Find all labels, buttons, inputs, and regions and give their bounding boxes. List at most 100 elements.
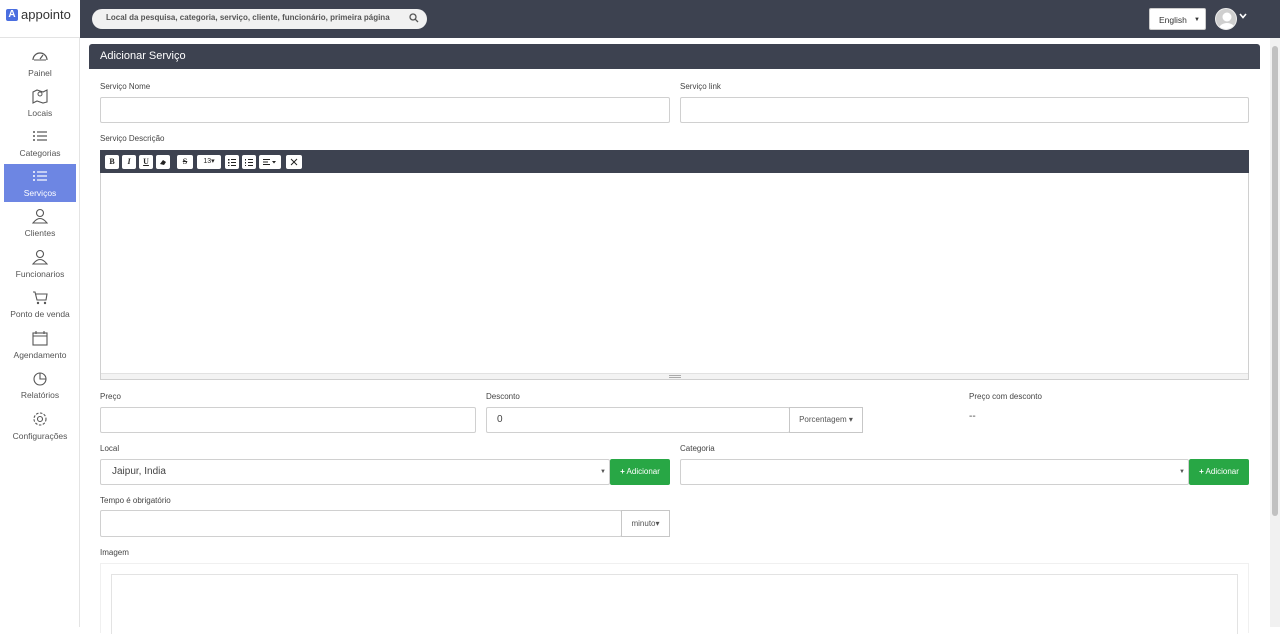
- expand-icon: [290, 158, 298, 166]
- sidebar-item-relatorios[interactable]: Relatórios: [4, 366, 76, 404]
- discounted-price-value: --: [969, 411, 976, 422]
- sidebar-item-servicos[interactable]: Serviços: [4, 164, 76, 202]
- caret-down-icon: ▾: [211, 158, 215, 165]
- user-icon: [31, 208, 49, 224]
- plus-icon: +: [1199, 467, 1204, 476]
- description-label: Serviço Descrição: [100, 134, 165, 143]
- service-link-input[interactable]: [680, 97, 1249, 123]
- eraser-button[interactable]: [156, 155, 170, 169]
- discounted-price-label: Preço com desconto: [969, 392, 1042, 401]
- discount-input[interactable]: 0: [486, 407, 790, 433]
- strikethrough-button[interactable]: S: [177, 155, 193, 169]
- sidebar-item-label: Categorias: [19, 148, 61, 158]
- service-link-label: Serviço link: [680, 82, 721, 91]
- location-label: Local: [100, 444, 120, 453]
- logo-mark: A: [6, 9, 18, 21]
- sidebar-item-label: Ponto de venda: [10, 309, 70, 319]
- price-label: Preço: [100, 392, 121, 401]
- user-icon: [31, 249, 49, 265]
- list-icon: [33, 131, 47, 141]
- eraser-icon: [160, 160, 166, 165]
- plus-icon: +: [620, 467, 625, 476]
- sidebar-item-agendamento[interactable]: Agendamento: [4, 326, 76, 364]
- bullet-list-button[interactable]: [225, 155, 239, 169]
- chevron-down-icon[interactable]: [1238, 11, 1248, 21]
- align-left-icon: [263, 159, 276, 165]
- fullscreen-button[interactable]: [286, 155, 302, 169]
- font-size-value: 13: [203, 158, 212, 165]
- align-dropdown[interactable]: [259, 155, 281, 169]
- sidebar-item-label: Funcionarios: [15, 269, 65, 279]
- sidebar: Painel Locais Categorias Serviços Client…: [0, 38, 80, 627]
- dashboard-icon: [32, 52, 48, 61]
- add-category-button[interactable]: + Adicionar: [1189, 459, 1249, 485]
- discount-type-dropdown[interactable]: Porcentagem ▾: [789, 407, 863, 433]
- language-select[interactable]: English ▼: [1149, 8, 1206, 30]
- time-unit-dropdown[interactable]: minuto▾: [621, 510, 670, 537]
- sidebar-item-label: Configurações: [12, 431, 68, 441]
- time-unit-value: minuto: [631, 519, 656, 528]
- add-location-button[interactable]: + Adicionar: [610, 459, 670, 485]
- ordered-list-icon: [245, 159, 253, 166]
- description-editor[interactable]: [100, 173, 1249, 380]
- italic-button[interactable]: I: [122, 155, 136, 169]
- calendar-icon: [32, 331, 48, 346]
- bold-button[interactable]: B: [105, 155, 119, 169]
- map-icon: [32, 89, 48, 104]
- sidebar-item-funcionarios[interactable]: Funcionarios: [4, 245, 76, 283]
- sidebar-item-label: Relatórios: [20, 390, 60, 400]
- underline-button[interactable]: U: [139, 155, 153, 169]
- category-select[interactable]: ▼: [680, 459, 1189, 485]
- time-label: Tempo é obrigatório: [100, 496, 171, 505]
- time-input[interactable]: [100, 510, 622, 537]
- search-input[interactable]: Local da pesquisa, categoria, serviço, c…: [106, 13, 392, 22]
- search-bar[interactable]: Local da pesquisa, categoria, serviço, c…: [92, 9, 427, 29]
- sidebar-item-ponto-de-venda[interactable]: Ponto de venda: [4, 285, 76, 323]
- editor-toolbar: B I U S 13▾: [100, 150, 1249, 173]
- list-icon: [33, 171, 47, 181]
- resize-grip-icon: [669, 375, 681, 378]
- discount-type-value: Porcentagem: [799, 415, 847, 424]
- add-service-card: Adicionar Serviço Serviço Nome Serviço l…: [89, 44, 1260, 634]
- caret-down-icon: ▼: [1194, 17, 1200, 23]
- sidebar-item-label: Clientes: [24, 228, 56, 238]
- caret-down-icon: ▾: [848, 415, 853, 424]
- discount-value: 0: [497, 414, 503, 425]
- pie-chart-icon: [33, 372, 47, 386]
- avatar[interactable]: [1215, 8, 1237, 30]
- sidebar-item-painel[interactable]: Painel: [4, 44, 76, 82]
- category-label: Categoria: [680, 444, 715, 453]
- discount-label: Desconto: [486, 392, 520, 401]
- price-input[interactable]: [100, 407, 476, 433]
- caret-down-icon: ▼: [600, 469, 606, 475]
- sidebar-item-label: Agendamento: [13, 350, 67, 360]
- image-label: Imagem: [100, 548, 129, 557]
- cart-icon: [33, 291, 48, 305]
- ordered-list-button[interactable]: [242, 155, 256, 169]
- language-value: English: [1159, 15, 1187, 25]
- sidebar-item-locais[interactable]: Locais: [4, 84, 76, 122]
- location-value: Jaipur, India: [112, 466, 166, 477]
- sidebar-item-label: Painel: [28, 68, 52, 78]
- sidebar-item-categorias[interactable]: Categorias: [4, 124, 76, 162]
- sidebar-item-clientes[interactable]: Clientes: [4, 204, 76, 242]
- page-title: Adicionar Serviço: [100, 50, 186, 62]
- gear-icon: [33, 412, 47, 426]
- scrollbar[interactable]: [1270, 38, 1280, 627]
- sidebar-item-label: Locais: [27, 108, 53, 118]
- add-location-label: Adicionar: [626, 467, 660, 476]
- sidebar-item-configuracoes[interactable]: Configurações: [4, 407, 76, 445]
- caret-down-icon: ▾: [655, 519, 660, 528]
- bullet-list-icon: [228, 159, 236, 166]
- caret-down-icon: ▼: [1179, 469, 1185, 475]
- editor-resize-handle[interactable]: [101, 373, 1248, 379]
- service-name-input[interactable]: [100, 97, 670, 123]
- font-size-dropdown[interactable]: 13▾: [197, 155, 221, 169]
- location-select[interactable]: Jaipur, India ▼: [100, 459, 610, 485]
- logo[interactable]: A appointo: [0, 0, 80, 38]
- app-name: appointo: [21, 7, 71, 22]
- search-icon[interactable]: [409, 13, 419, 23]
- scrollbar-thumb[interactable]: [1272, 46, 1278, 516]
- image-dropzone[interactable]: [111, 574, 1238, 634]
- sidebar-item-label: Serviços: [23, 188, 57, 198]
